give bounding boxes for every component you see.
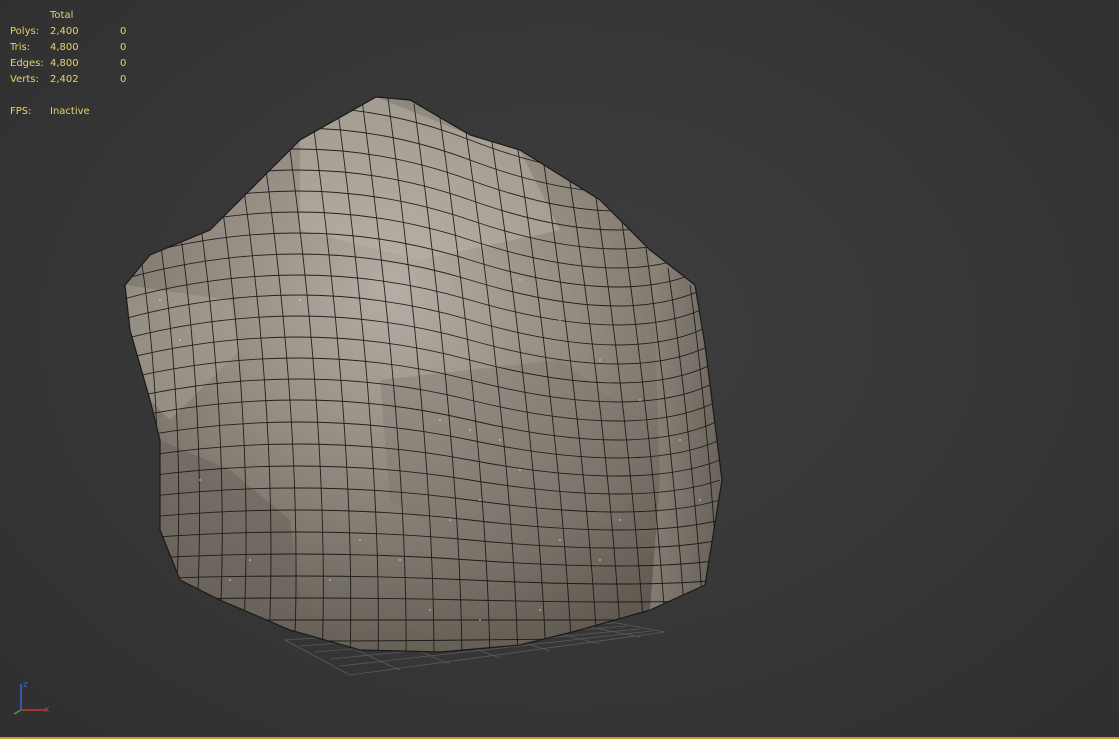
stats-row-edges: Edges: 4,800 0 <box>10 56 140 72</box>
fps-value: Inactive <box>50 106 90 117</box>
stats-label: Tris: <box>10 42 31 53</box>
stats-header-total: Total <box>50 10 74 21</box>
axis-tripod-icon: z x <box>13 680 50 715</box>
stats-selected-value: 0 <box>120 58 127 69</box>
stats-label: Verts: <box>10 74 39 85</box>
z-axis-label: z <box>23 680 28 690</box>
stats-label: Edges: <box>10 58 44 69</box>
viewport-statistics: Total Polys: 2,400 0 Tris: 4,800 0 Edges… <box>10 8 140 120</box>
x-axis-label: x <box>44 705 50 715</box>
stats-total-value: 4,800 <box>50 42 79 53</box>
y-axis-line <box>13 709 22 715</box>
perspective-viewport[interactable]: Total Polys: 2,400 0 Tris: 4,800 0 Edges… <box>0 0 1119 739</box>
stats-row-tris: Tris: 4,800 0 <box>10 40 140 56</box>
fps-label: FPS: <box>10 106 32 117</box>
stats-header-row: Total <box>10 8 140 24</box>
stats-selected-value: 0 <box>120 26 127 37</box>
stats-row-polys: Polys: 2,400 0 <box>10 24 140 40</box>
stats-selected-value: 0 <box>120 74 127 85</box>
rock-mesh[interactable] <box>0 0 1119 739</box>
stats-row-fps: FPS: Inactive <box>10 104 140 120</box>
stats-total-value: 2,400 <box>50 26 79 37</box>
stats-total-value: 2,402 <box>50 74 79 85</box>
stats-label: Polys: <box>10 26 40 37</box>
stats-total-value: 4,800 <box>50 58 79 69</box>
stats-selected-value: 0 <box>120 42 127 53</box>
stats-row-verts: Verts: 2,402 0 <box>10 72 140 88</box>
